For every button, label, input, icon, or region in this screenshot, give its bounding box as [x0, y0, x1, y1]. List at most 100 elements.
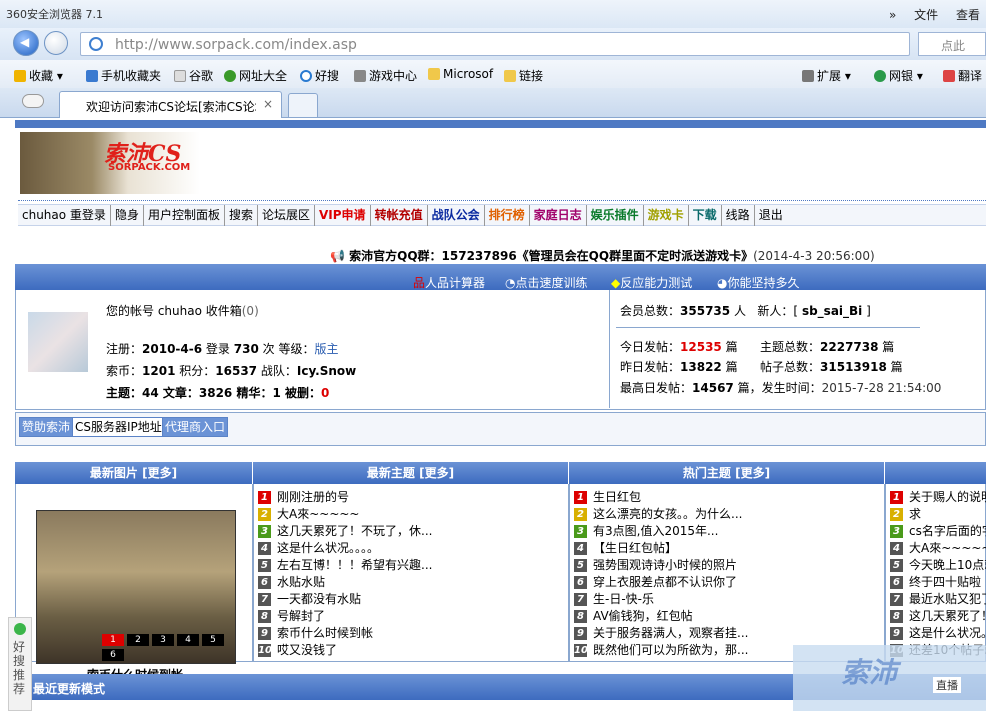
latest-topics-header[interactable]: 最新主题 [更多] [253, 462, 569, 484]
bookmark-portal[interactable]: 网址大全 [224, 67, 287, 84]
menu-more-button[interactable]: » [889, 8, 896, 22]
live-badge[interactable]: 直播 [933, 677, 961, 693]
topic-item[interactable]: 9 索币什么时候到帐 [258, 624, 373, 641]
topic-item[interactable]: 10 哎又没钱了 [258, 641, 337, 658]
panel-link-endurance[interactable]: ◕你能坚持多久 [717, 274, 800, 291]
topic-item[interactable]: 4 【生日红包帖】 [574, 539, 677, 556]
topic-item[interactable]: 6 终于四十贴啦 [890, 573, 981, 590]
topic-item[interactable]: 3 这几天累死了！不玩了，休... [258, 522, 432, 539]
nav-item[interactable]: 下载 [689, 205, 722, 226]
topic-item[interactable]: 7 生-日-快-乐 [574, 590, 654, 607]
topic-item[interactable]: 8 AV偷钱狗，红包帖 [574, 607, 693, 624]
topic-item[interactable]: 8 号解封了 [258, 607, 325, 624]
topic-item[interactable]: 7 一天都没有水贴 [258, 590, 361, 607]
panel-link-rp[interactable]: 品人品计算器 [413, 274, 485, 291]
nav-item[interactable]: 搜索 [225, 205, 258, 226]
latest-pics-col: 123456 索币什么时候到帐 [15, 484, 253, 682]
nav-item[interactable]: 论坛展区 [258, 205, 315, 226]
nav-item[interactable]: 用户控制面板 [144, 205, 225, 226]
pager-item[interactable]: 5 [202, 634, 224, 646]
bookmark-microsoft[interactable]: Microsof [428, 67, 493, 81]
nav-item[interactable]: VIP申请 [315, 205, 371, 226]
tool-translate[interactable]: 翻译 [943, 67, 982, 84]
tab-sponsor[interactable]: 赞助索沛 [19, 417, 74, 437]
forward-button[interactable] [44, 31, 68, 55]
star-icon [14, 70, 26, 82]
nav-item[interactable]: 游戏卡 [644, 205, 689, 226]
topic-item[interactable]: 4 大A來~~~~~ [890, 539, 986, 556]
topic-item[interactable]: 1 关于赐人的说明 [890, 488, 986, 505]
nav-item[interactable]: 隐身 [111, 205, 144, 226]
newbie-link[interactable]: sb_sai_Bi [802, 304, 862, 318]
topic-item[interactable]: 2 这么漂亮的女孩。。为什么... [574, 505, 742, 522]
hot-topics-header[interactable]: 热门主题 [更多] [569, 462, 885, 484]
haosou-side-widget[interactable]: 好搜推荐 [8, 617, 32, 711]
pager-item[interactable]: 1 [102, 634, 124, 646]
pager-item[interactable]: 4 [177, 634, 199, 646]
latest-pics-header[interactable]: 最新图片 [更多] [15, 462, 253, 484]
nav-item[interactable]: 娱乐插件 [587, 205, 644, 226]
panel-link-reaction[interactable]: ◆反应能力测试 [611, 274, 692, 291]
pager-item[interactable]: 3 [152, 634, 174, 646]
site-logo[interactable]: 索沛CS SORPACK.COM [20, 132, 200, 194]
bookmark-favorites[interactable]: 收藏 ▾ [14, 67, 63, 84]
announcement[interactable]: 📢 索沛官方QQ群：157237896《管理员会在QQ群里面不定时派送游戏卡》(… [330, 247, 875, 264]
topic-title: 一天都没有水贴 [277, 592, 362, 606]
topic-item[interactable]: 1 刚刚注册的号 [258, 488, 349, 505]
topic-item[interactable]: 9 关于服务器满人，观察者挂... [574, 624, 748, 641]
featured-picture[interactable]: 1 2 3 4 5 6 [36, 510, 236, 664]
search-input[interactable]: 点此 [918, 32, 986, 56]
new-tab-button[interactable] [288, 93, 318, 118]
nav-item[interactable]: 线路 [722, 205, 755, 226]
menu-file[interactable]: 文件 [914, 8, 938, 22]
tab-close-icon[interactable]: × [263, 97, 273, 111]
tab-server-ip[interactable]: CS服务器IP地址 [72, 417, 165, 437]
rank-badge: 1 [890, 491, 903, 504]
nav-item[interactable]: 家庭日志 [530, 205, 587, 226]
menu-view[interactable]: 查看 [956, 8, 980, 22]
pager-item[interactable]: 6 [102, 649, 124, 661]
topic-item[interactable]: 2求 [890, 505, 921, 522]
nav-item[interactable]: 战队公会 [428, 205, 485, 226]
back-button[interactable] [13, 30, 39, 56]
topic-item[interactable]: 5 强势围观诗诗小时候的照片 [574, 556, 737, 573]
topic-item[interactable]: 3 有3点图,值入2015年... [574, 522, 718, 539]
topic-item[interactable]: 2 大A來~~~~~ [258, 505, 359, 522]
topic-item[interactable]: 7 最近水贴又犯了 [890, 590, 986, 607]
tool-extensions[interactable]: 扩展 ▾ [802, 67, 851, 84]
inbox-count[interactable]: (0) [242, 304, 259, 318]
pager-item[interactable]: 2 [127, 634, 149, 646]
tab-title: 欢迎访问索沛CS论坛[索沛CS论坛 [86, 100, 256, 114]
topic-item[interactable]: 1 生日红包 [574, 488, 641, 505]
topic-item[interactable]: 9 这是什么状况。 [890, 624, 986, 641]
tool-banking[interactable]: 网银 ▾ [874, 67, 923, 84]
bookmark-google[interactable]: 谷歌 [174, 67, 213, 84]
rank-badge: 1 [574, 491, 587, 504]
topic-item[interactable]: 5 左右互博！！！希望有兴趣... [258, 556, 432, 573]
topic-item[interactable]: 8 这几天累死了！ [890, 607, 986, 624]
url-input[interactable]: http://www.sorpack.com/index.asp [80, 32, 910, 56]
panel-link-click-speed[interactable]: ◔点击速度训练 [505, 274, 588, 291]
nav-item[interactable]: 退出 [755, 205, 787, 226]
topic-item[interactable]: 6 水贴水贴 [258, 573, 325, 590]
avatar[interactable] [28, 312, 88, 372]
nav-item[interactable]: 排行榜 [485, 205, 530, 226]
bookmark-haosou[interactable]: 好搜 [300, 67, 339, 84]
tab-agent[interactable]: 代理商入口 [162, 417, 229, 437]
rank-badge: 10 [574, 644, 588, 657]
cloud-icon[interactable] [22, 94, 44, 108]
topic-item[interactable]: 6 穿上衣服差点都不认识你了 [574, 573, 737, 590]
rank-badge: 4 [258, 542, 271, 555]
topic-item[interactable]: 3 cs名字后面的字 [890, 522, 986, 539]
bookmark-games[interactable]: 游戏中心 [354, 67, 417, 84]
topic-item[interactable]: 10 既然他们可以为所欲为，那... [574, 641, 748, 658]
nav-item[interactable]: 转帐充值 [371, 205, 428, 226]
topic-item[interactable]: 4 这是什么状况。。。。 [258, 539, 379, 556]
topic-title: 哎又没钱了 [277, 643, 338, 657]
tab-active[interactable]: 欢迎访问索沛CS论坛[索沛CS论坛 × [59, 91, 282, 118]
topic-item[interactable]: 5 今天晚上10点就 [890, 556, 986, 573]
recent-updates-title[interactable]: 最近更新模式 [33, 680, 105, 697]
nav-item[interactable]: chuhao 重登录 [18, 205, 111, 226]
bookmark-links[interactable]: 链接 [504, 67, 543, 84]
bookmark-mobile[interactable]: 手机收藏夹 [86, 67, 161, 84]
